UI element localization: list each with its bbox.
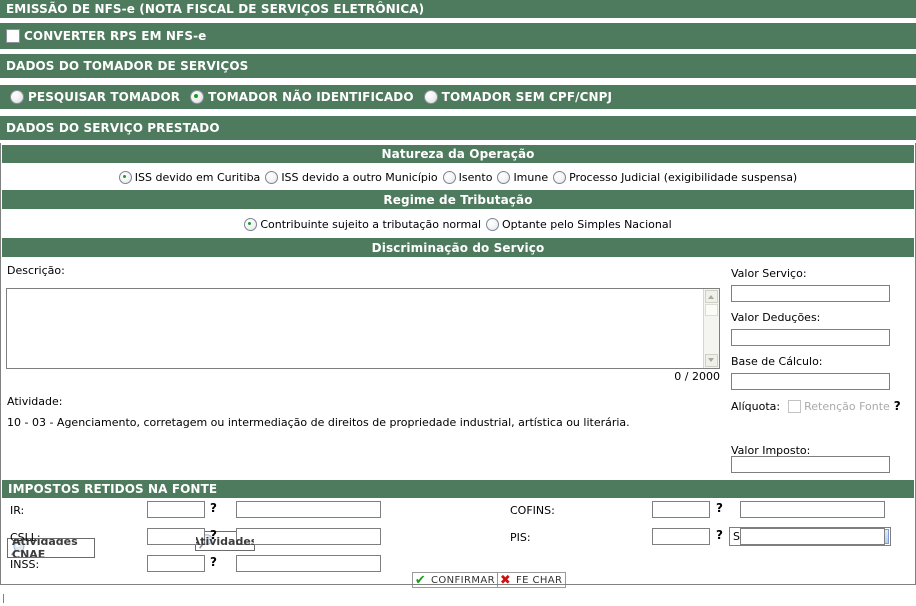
tomador-option-pesquisar[interactable]: PESQUISAR TOMADOR: [10, 90, 180, 104]
descricao-char-counter: 0 / 2000: [674, 370, 720, 383]
radio-icon[interactable]: [190, 90, 205, 104]
imposto-ir-value-input[interactable]: [236, 501, 381, 518]
radio-icon[interactable]: [497, 170, 511, 184]
impostos-header: IMPOSTOS RETIDOS NA FONTE: [2, 480, 914, 498]
imposto-pis-help-icon[interactable]: ?: [716, 528, 723, 542]
scrollbar-thumb[interactable]: [705, 304, 718, 316]
servico-section-header: DADOS DO SERVIÇO PRESTADO: [0, 116, 916, 140]
imposto-inss-value-input[interactable]: [236, 555, 381, 572]
valor-deducoes-input[interactable]: [731, 329, 890, 346]
atividade-value: 10 - 03 - Agenciamento, corretagem ou in…: [7, 416, 630, 429]
regime-option-1-label: Optante pelo Simples Nacional: [502, 217, 672, 231]
atividades-label: Atividades: [194, 534, 255, 548]
natureza-option-0-label: ISS devido em Curitiba: [134, 170, 261, 184]
scroll-up-icon[interactable]: [705, 290, 718, 303]
atividade-label: Atividade:: [7, 395, 63, 408]
radio-icon[interactable]: [442, 170, 456, 184]
radio-icon[interactable]: [423, 90, 438, 104]
discriminacao-header-label: Discriminação do Serviço: [371, 240, 545, 255]
retencao-fonte-label: Retenção Fonte: [804, 399, 890, 413]
natureza-header: Natureza da Operação: [2, 145, 914, 163]
page-title: EMISSÃO DE NFS-e (NOTA FISCAL DE SERVIÇO…: [6, 2, 425, 16]
checkbox-icon[interactable]: [6, 29, 20, 43]
imposto-pis-value-input[interactable]: [740, 528, 885, 545]
imposto-ir-help-icon[interactable]: ?: [210, 501, 217, 515]
tomador-option-nao-identificado[interactable]: TOMADOR NÃO IDENTIFICADO: [190, 90, 414, 104]
imposto-pis-rate-input[interactable]: [652, 528, 710, 545]
tomador-option-0-label: PESQUISAR TOMADOR: [28, 90, 181, 104]
close-button[interactable]: ✖ FE CHAR: [497, 572, 567, 588]
imposto-inss-rate-input[interactable]: [147, 555, 205, 572]
regime-header: Regime de Tributação: [2, 190, 914, 209]
page-footer-tick: [3, 594, 4, 603]
natureza-options-row: ISS devido em Curitiba ISS devido a outr…: [2, 166, 914, 188]
converter-rps-row: CONVERTER RPS EM NFS-e: [0, 23, 916, 49]
impostos-header-label: IMPOSTOS RETIDOS NA FONTE: [8, 482, 218, 496]
natureza-option-1-label: ISS devido a outro Município: [281, 170, 438, 184]
imposto-cofins-value-input[interactable]: [740, 501, 885, 518]
imposto-ir-rate-input[interactable]: [147, 501, 205, 518]
valor-deducoes-label: Valor Deduções:: [731, 311, 821, 324]
imposto-cofins-help-icon[interactable]: ?: [716, 501, 723, 515]
atividades-cnae-button[interactable]: Atividades CNAE: [7, 537, 95, 558]
regime-option-tributacao-normal[interactable]: Contribuinte sujeito a tributação normal: [244, 217, 481, 231]
converter-rps-checkbox[interactable]: CONVERTER RPS EM NFS-e: [6, 29, 206, 43]
discriminacao-header: Discriminação do Serviço: [2, 238, 914, 257]
retencao-fonte-checkbox[interactable]: [788, 399, 802, 413]
radio-icon[interactable]: [118, 170, 132, 184]
radio-icon[interactable]: [486, 217, 499, 231]
natureza-option-3-label: Imune: [513, 170, 549, 184]
page-title-bar: EMISSÃO DE NFS-e (NOTA FISCAL DE SERVIÇO…: [0, 0, 916, 18]
radio-icon[interactable]: [553, 170, 567, 184]
nfse-emission-page: EMISSÃO DE NFS-e (NOTA FISCAL DE SERVIÇO…: [0, 0, 916, 606]
panel-bottom-border: [0, 584, 916, 585]
radio-icon[interactable]: [10, 90, 24, 104]
aliquota-row: Alíquota: Retenção Fonte ?: [731, 399, 914, 413]
valor-servico-label: Valor Serviço:: [731, 267, 807, 280]
regime-header-label: Regime de Tributação: [383, 192, 533, 207]
natureza-option-4-label: Processo Judicial (exigibilidade suspens…: [569, 170, 798, 184]
tomador-option-2-label: TOMADOR SEM CPF/CNPJ: [441, 90, 613, 104]
valor-servico-input[interactable]: [731, 285, 890, 302]
imposto-ir-label: IR:: [10, 504, 25, 517]
aliquota-help-icon[interactable]: ?: [894, 399, 901, 413]
natureza-option-isento[interactable]: Isento: [442, 170, 493, 184]
descricao-textarea-wrap: [6, 288, 720, 369]
imposto-inss-help-icon[interactable]: ?: [210, 555, 217, 569]
scroll-down-icon[interactable]: [705, 354, 718, 367]
natureza-header-label: Natureza da Operação: [381, 147, 535, 161]
confirm-button[interactable]: ✔ CONFIRMAR: [412, 572, 500, 588]
natureza-option-processo-judicial[interactable]: Processo Judicial (exigibilidade suspens…: [553, 170, 798, 184]
tomador-options-row: PESQUISAR TOMADOR TOMADOR NÃO IDENTIFICA…: [0, 85, 916, 109]
descricao-label: Descrição:: [7, 264, 65, 277]
imposto-cofins-label: COFINS:: [510, 504, 555, 517]
imposto-inss-label: INSS:: [10, 558, 40, 571]
tomador-option-sem-cpf-cnpj[interactable]: TOMADOR SEM CPF/CNPJ: [423, 90, 613, 104]
natureza-option-2-label: Isento: [458, 170, 493, 184]
tomador-option-1-label: TOMADOR NÃO IDENTIFICADO: [208, 90, 414, 104]
valor-imposto-input[interactable]: [731, 456, 890, 473]
descricao-scrollbar[interactable]: [703, 289, 719, 368]
natureza-option-iss-curitiba[interactable]: ISS devido em Curitiba: [118, 170, 261, 184]
descricao-input[interactable]: [7, 289, 719, 368]
base-calculo-label: Base de Cálculo:: [731, 355, 823, 368]
tomador-section-header: DADOS DO TOMADOR DE SERVIÇOS: [0, 54, 916, 78]
natureza-option-imune[interactable]: Imune: [497, 170, 549, 184]
imposto-csll-value-input[interactable]: [236, 528, 381, 545]
imposto-pis-label: PIS:: [510, 531, 531, 544]
radio-icon[interactable]: [265, 170, 279, 184]
atividades-button[interactable]: Atividades: [194, 531, 255, 551]
regime-option-simples-nacional[interactable]: Optante pelo Simples Nacional: [486, 217, 672, 231]
tomador-section-title: DADOS DO TOMADOR DE SERVIÇOS: [6, 59, 249, 73]
radio-icon[interactable]: [244, 217, 258, 231]
imposto-cofins-rate-input[interactable]: [652, 501, 710, 518]
atividades-cnae-label: Atividades CNAE: [12, 537, 78, 558]
servico-section-title: DADOS DO SERVIÇO PRESTADO: [6, 121, 220, 135]
converter-rps-label: CONVERTER RPS EM NFS-e: [24, 29, 207, 43]
regime-options-row: Contribuinte sujeito a tributação normal…: [2, 213, 914, 235]
natureza-option-iss-outro-municipio[interactable]: ISS devido a outro Município: [265, 170, 438, 184]
regime-option-0-label: Contribuinte sujeito a tributação normal: [260, 217, 481, 231]
base-calculo-input[interactable]: [731, 373, 890, 390]
aliquota-label: Alíquota:: [731, 399, 781, 413]
